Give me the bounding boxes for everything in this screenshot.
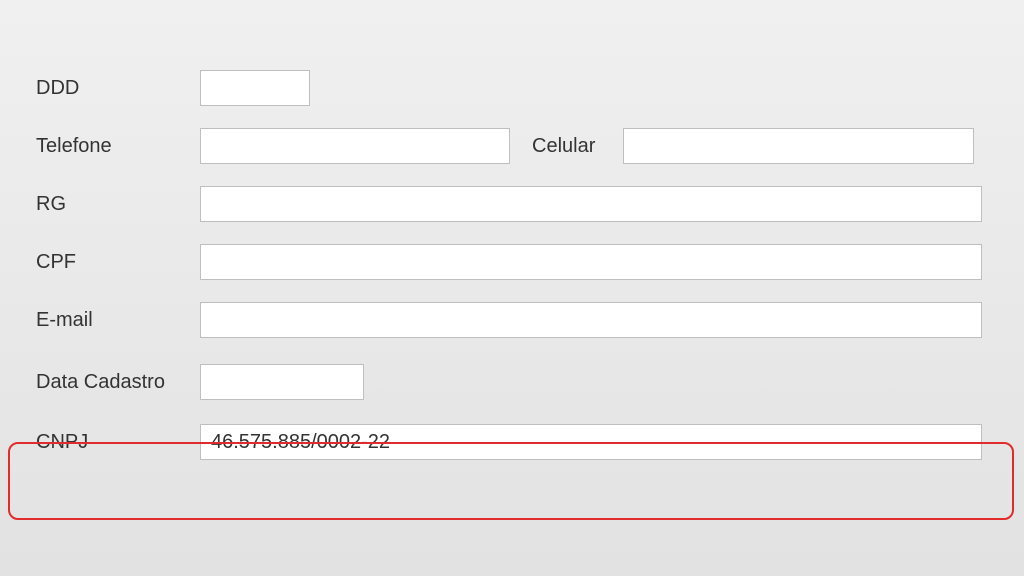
rg-label: RG <box>36 193 200 216</box>
ddd-input[interactable] <box>200 70 310 106</box>
datacadastro-input[interactable] <box>200 364 364 400</box>
row-rg: RG <box>36 186 1024 222</box>
celular-input[interactable] <box>623 128 974 164</box>
datacadastro-label: Data Cadastro <box>36 371 200 394</box>
row-email: E-mail <box>36 302 1024 338</box>
cpf-label: CPF <box>36 251 200 274</box>
celular-label: Celular <box>532 135 595 158</box>
telefone-label: Telefone <box>36 135 200 158</box>
row-data-cadastro: Data Cadastro <box>36 364 1024 400</box>
row-cnpj: CNPJ <box>36 424 1024 460</box>
telefone-input[interactable] <box>200 128 510 164</box>
row-cpf: CPF <box>36 244 1024 280</box>
email-input[interactable] <box>200 302 982 338</box>
ddd-label: DDD <box>36 77 200 100</box>
contact-form: DDD Telefone Celular RG CPF E-mail Data … <box>0 0 1024 460</box>
cnpj-input[interactable] <box>200 424 982 460</box>
cnpj-label: CNPJ <box>36 431 200 454</box>
email-label: E-mail <box>36 309 200 332</box>
rg-input[interactable] <box>200 186 982 222</box>
cpf-input[interactable] <box>200 244 982 280</box>
row-telefone: Telefone Celular <box>36 128 1024 164</box>
row-ddd: DDD <box>36 70 1024 106</box>
